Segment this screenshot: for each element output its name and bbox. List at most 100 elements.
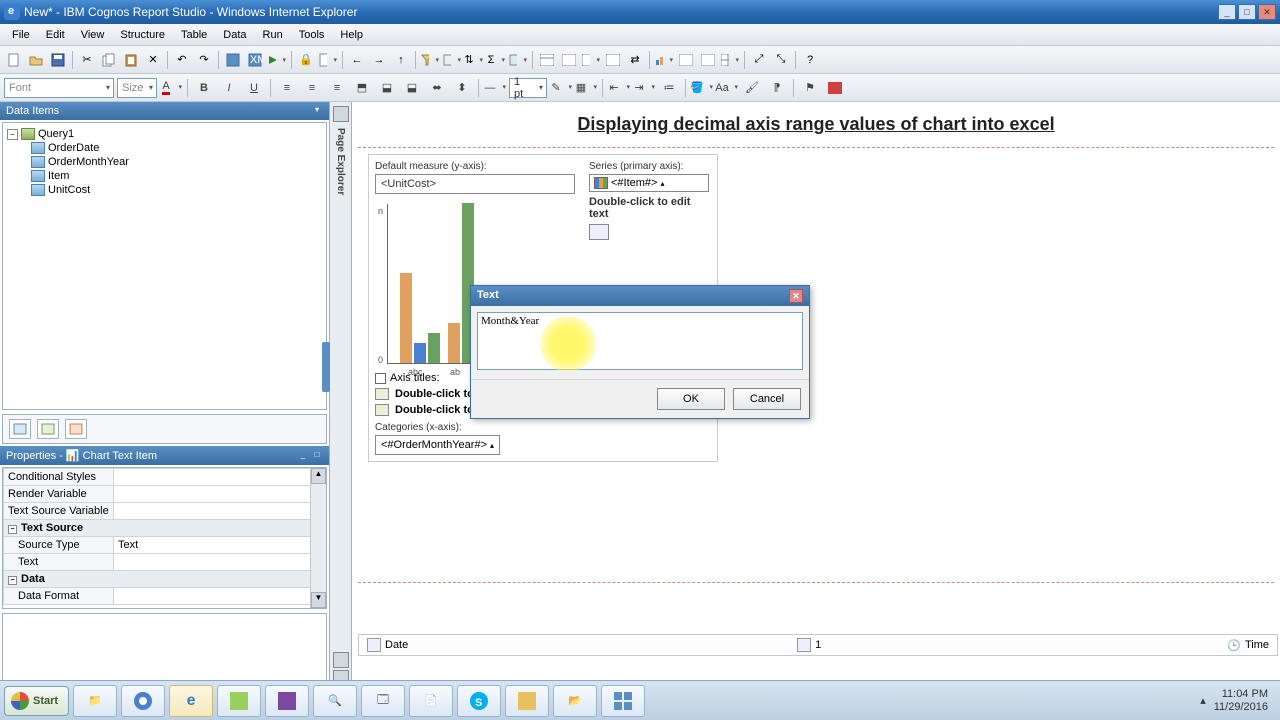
task-magnifier[interactable]: 🔍 [313,685,357,717]
bullets-button[interactable]: ≔ [658,78,680,98]
axis-titles-checkbox[interactable] [375,373,386,384]
categories-field[interactable]: <#OrderMonthYear#> ▴ [375,435,500,455]
tree-root-query[interactable]: − Query1 [7,127,322,141]
task-app[interactable] [601,685,645,717]
justify-v-button[interactable]: ⬍ [451,78,473,98]
text-input[interactable] [477,312,803,370]
ok-button[interactable]: OK [657,388,725,410]
menu-run[interactable]: Run [255,26,291,44]
redo-button[interactable]: ↷ [194,50,214,70]
task-notepad[interactable]: 📄 [409,685,453,717]
menu-table[interactable]: Table [173,26,215,44]
valign-top-button[interactable]: ⬒ [351,78,373,98]
dialog-titlebar[interactable]: Text ✕ [471,286,809,306]
save-button[interactable] [48,50,68,70]
chart-title-placeholder[interactable]: Double-click to edit text [589,196,709,220]
pivot-button[interactable] [603,50,623,70]
prop-row[interactable]: Text [4,554,326,571]
drill-button[interactable]: ⤢ [749,50,769,70]
menu-data[interactable]: Data [215,26,254,44]
conditional-button[interactable]: ⚑ [799,78,821,98]
maximize-button[interactable]: □ [1238,4,1256,20]
valign-bottom-button[interactable]: ⬓ [401,78,423,98]
series-field[interactable]: <#Item#> ▴ [589,174,709,192]
task-folder[interactable]: 📂 [553,685,597,717]
filter-button[interactable] [420,50,440,70]
sort-button[interactable]: ⇅ [464,50,484,70]
size-combo[interactable]: Size [117,78,157,98]
prop-row[interactable]: Render Variable [4,486,326,503]
bgcolor-button[interactable]: 🪣 [691,78,713,98]
drill2-button[interactable]: ⤡ [771,50,791,70]
task-sql[interactable] [505,685,549,717]
start-button[interactable]: Start [4,686,69,716]
open-button[interactable] [26,50,46,70]
task-ie[interactable]: e [169,685,213,717]
eyedropper-button[interactable]: ⁋ [766,78,788,98]
query-explorer-button[interactable] [37,419,59,439]
copy-button[interactable] [99,50,119,70]
underline-button[interactable]: U [243,78,265,98]
cut-button[interactable]: ✂ [77,50,97,70]
border-style-button[interactable]: — [484,78,506,98]
close-button[interactable]: ✕ [1258,4,1276,20]
bold-button[interactable]: B [193,78,215,98]
align-center-button[interactable]: ≡ [301,78,323,98]
delete-button[interactable]: ✕ [143,50,163,70]
tree-item-orderdate[interactable]: OrderDate [7,141,322,155]
headers-button[interactable] [537,50,557,70]
splitter-handle[interactable] [322,342,330,392]
new-button[interactable] [4,50,24,70]
forward-button[interactable]: → [369,50,389,70]
page-button[interactable] [318,50,338,70]
tray-expand-icon[interactable]: ▴ [1200,694,1206,707]
prop-row[interactable]: Text Source Variable [4,503,326,520]
indent-right-button[interactable]: ⇥ [633,78,655,98]
calc-button[interactable] [508,50,528,70]
nodata-button[interactable] [824,78,846,98]
brush-button[interactable]: 🖌 [741,78,763,98]
prop-row[interactable]: Source TypeText [4,537,326,554]
tree-item-item[interactable]: Item [7,169,322,183]
section-button[interactable] [559,50,579,70]
pane-max-icon[interactable]: □ [311,450,323,462]
task-explorer[interactable]: 📁 [73,685,117,717]
dialog-close-button[interactable]: ✕ [789,289,803,303]
prop-category[interactable]: −Data [4,571,326,588]
pane-toggle-icon[interactable]: ▾ [311,105,323,117]
up-button[interactable]: ↑ [391,50,411,70]
paste-button[interactable] [121,50,141,70]
prop-row[interactable]: Data Format [4,588,326,605]
menu-help[interactable]: Help [332,26,371,44]
minimize-button[interactable]: _ [1218,4,1236,20]
help-button[interactable]: ? [800,50,820,70]
condition-explorer-button[interactable] [65,419,87,439]
insert-button[interactable] [676,50,696,70]
borders-button[interactable]: ▦ [575,78,597,98]
summarize-button[interactable]: Σ [486,50,506,70]
cancel-button[interactable]: Cancel [733,388,801,410]
default-measure-field[interactable]: <UnitCost> [375,174,575,194]
border-width-combo[interactable]: 1 pt [509,78,547,98]
task-window[interactable]: 🗔 [361,685,405,717]
tree-collapse-icon[interactable]: − [7,129,18,140]
xml-button[interactable]: XML [245,50,265,70]
pane-min-icon[interactable]: _ [297,450,309,462]
chart-button[interactable] [654,50,674,70]
tree-item-unitcost[interactable]: UnitCost [7,183,322,197]
task-notepadpp[interactable] [217,685,261,717]
validate-button[interactable] [223,50,243,70]
legend-thumb[interactable] [589,224,609,240]
menu-edit[interactable]: Edit [38,26,73,44]
valign-middle-button[interactable]: ⬓ [376,78,398,98]
group-button[interactable] [581,50,601,70]
italic-button[interactable]: I [218,78,240,98]
align-left-button[interactable]: ≡ [276,78,298,98]
prop-category[interactable]: −Text Source [4,520,326,537]
page-title[interactable]: Displaying decimal axis range values of … [577,114,1054,134]
font-combo[interactable]: Font [4,78,114,98]
page-explorer-tab[interactable]: Page Explorer [330,102,352,704]
task-vs[interactable] [265,685,309,717]
tree-item-ordermonthyear[interactable]: OrderMonthYear [7,155,322,169]
undo-button[interactable]: ↶ [172,50,192,70]
